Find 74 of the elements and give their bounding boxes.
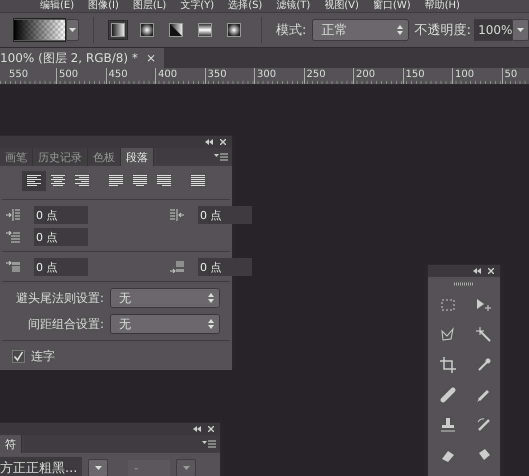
panel-tab[interactable]: 画笔: [0, 148, 33, 166]
opacity-label: 不透明度:: [414, 22, 472, 39]
stamp-icon[interactable]: [440, 417, 456, 433]
menu-item[interactable]: 选择(S): [228, 0, 262, 12]
collapse-icon[interactable]: [193, 426, 201, 432]
panel-tab[interactable]: 段落: [121, 148, 154, 166]
panel-tab[interactable]: 符: [0, 435, 22, 453]
lasso-tool-icon[interactable]: [440, 327, 456, 343]
dropdown-button[interactable]: [512, 19, 529, 41]
collapse-icon[interactable]: [473, 268, 481, 274]
close-icon[interactable]: [208, 426, 214, 432]
history-brush-icon[interactable]: [476, 417, 492, 433]
left-indent-field[interactable]: 0 点: [34, 206, 88, 224]
caret-icon: [69, 28, 76, 32]
dropdown-button[interactable]: [176, 459, 196, 476]
alignment-button[interactable]: [22, 171, 46, 191]
crop-tool-icon[interactable]: [440, 357, 456, 373]
left-indent-icon: [6, 209, 20, 221]
space-before-icon: [6, 261, 20, 273]
close-icon[interactable]: ×: [146, 51, 156, 65]
up-down-arrows-icon: [208, 319, 214, 329]
alignment-icon: [109, 175, 123, 187]
mode-select[interactable]: 正常: [312, 19, 409, 41]
mojikumi-select[interactable]: 无: [110, 314, 220, 334]
space-after-icon: [170, 261, 184, 273]
alignment-icon: [191, 175, 205, 187]
gradient-preview[interactable]: [13, 18, 66, 42]
caret-icon: [94, 466, 102, 470]
pencil-icon[interactable]: [476, 387, 492, 403]
caret-icon: [517, 28, 524, 32]
menu-item[interactable]: 图像(I): [88, 0, 119, 12]
kinsoku-select[interactable]: 无: [110, 288, 220, 308]
close-icon[interactable]: [488, 268, 494, 274]
alignment-icon: [27, 175, 41, 187]
opacity-field[interactable]: 100%: [474, 19, 512, 41]
dropdown-button[interactable]: [66, 19, 80, 41]
hyphenate-label: 连字: [31, 348, 55, 365]
magic-wand-icon[interactable]: [476, 327, 492, 343]
up-down-arrows-icon: [208, 293, 214, 303]
gradient-type-button[interactable]: [108, 20, 128, 40]
space-before-field[interactable]: 0 点: [34, 258, 88, 276]
caret-icon: [182, 466, 190, 470]
panel-tab[interactable]: 历史记录: [33, 148, 88, 166]
first-line-indent-field[interactable]: 0 点: [34, 228, 88, 246]
right-indent-field[interactable]: 0 点: [198, 206, 252, 224]
move-tool-icon[interactable]: [476, 297, 492, 313]
menu-item[interactable]: 滤镜(T): [276, 0, 310, 12]
right-indent-icon: [170, 209, 184, 221]
alignment-icon: [133, 175, 147, 187]
space-after-field[interactable]: 0 点: [198, 258, 252, 276]
marquee-tool-icon[interactable]: [440, 297, 456, 313]
eyedropper-icon[interactable]: [476, 357, 492, 373]
collapse-icon[interactable]: [205, 139, 213, 145]
panel-menu-icon[interactable]: [214, 153, 228, 161]
menu-item[interactable]: 编辑(E): [40, 0, 74, 12]
close-icon[interactable]: [220, 139, 226, 145]
checkbox[interactable]: [12, 350, 25, 363]
menu-item[interactable]: 图层(L): [132, 0, 166, 12]
up-down-arrows-icon: [396, 25, 403, 35]
mode-label: 模式:: [276, 22, 306, 39]
first-line-indent-icon: [6, 231, 20, 243]
alignment-icon: [51, 175, 65, 187]
kinsoku-label: 避头尾法则设置:: [16, 290, 104, 306]
ruler: 550 500 450 400 350 300 250 200 150 100 50: [0, 68, 529, 85]
mojikumi-label: 间距组合设置:: [28, 316, 104, 332]
font-family-field[interactable]: 方正正粗黑...: [0, 457, 82, 476]
document-tab[interactable]: 100% (图层 2, RGB/8) * ×: [0, 48, 164, 68]
alignment-icon: [75, 175, 89, 187]
grip-icon[interactable]: [454, 282, 474, 286]
panel-menu-icon[interactable]: [202, 440, 216, 448]
menu-item[interactable]: 视图(V): [324, 0, 359, 12]
alignment-icon: [157, 175, 171, 187]
menu-item[interactable]: 帮助(H): [424, 0, 460, 12]
dropdown-button[interactable]: [88, 459, 108, 476]
